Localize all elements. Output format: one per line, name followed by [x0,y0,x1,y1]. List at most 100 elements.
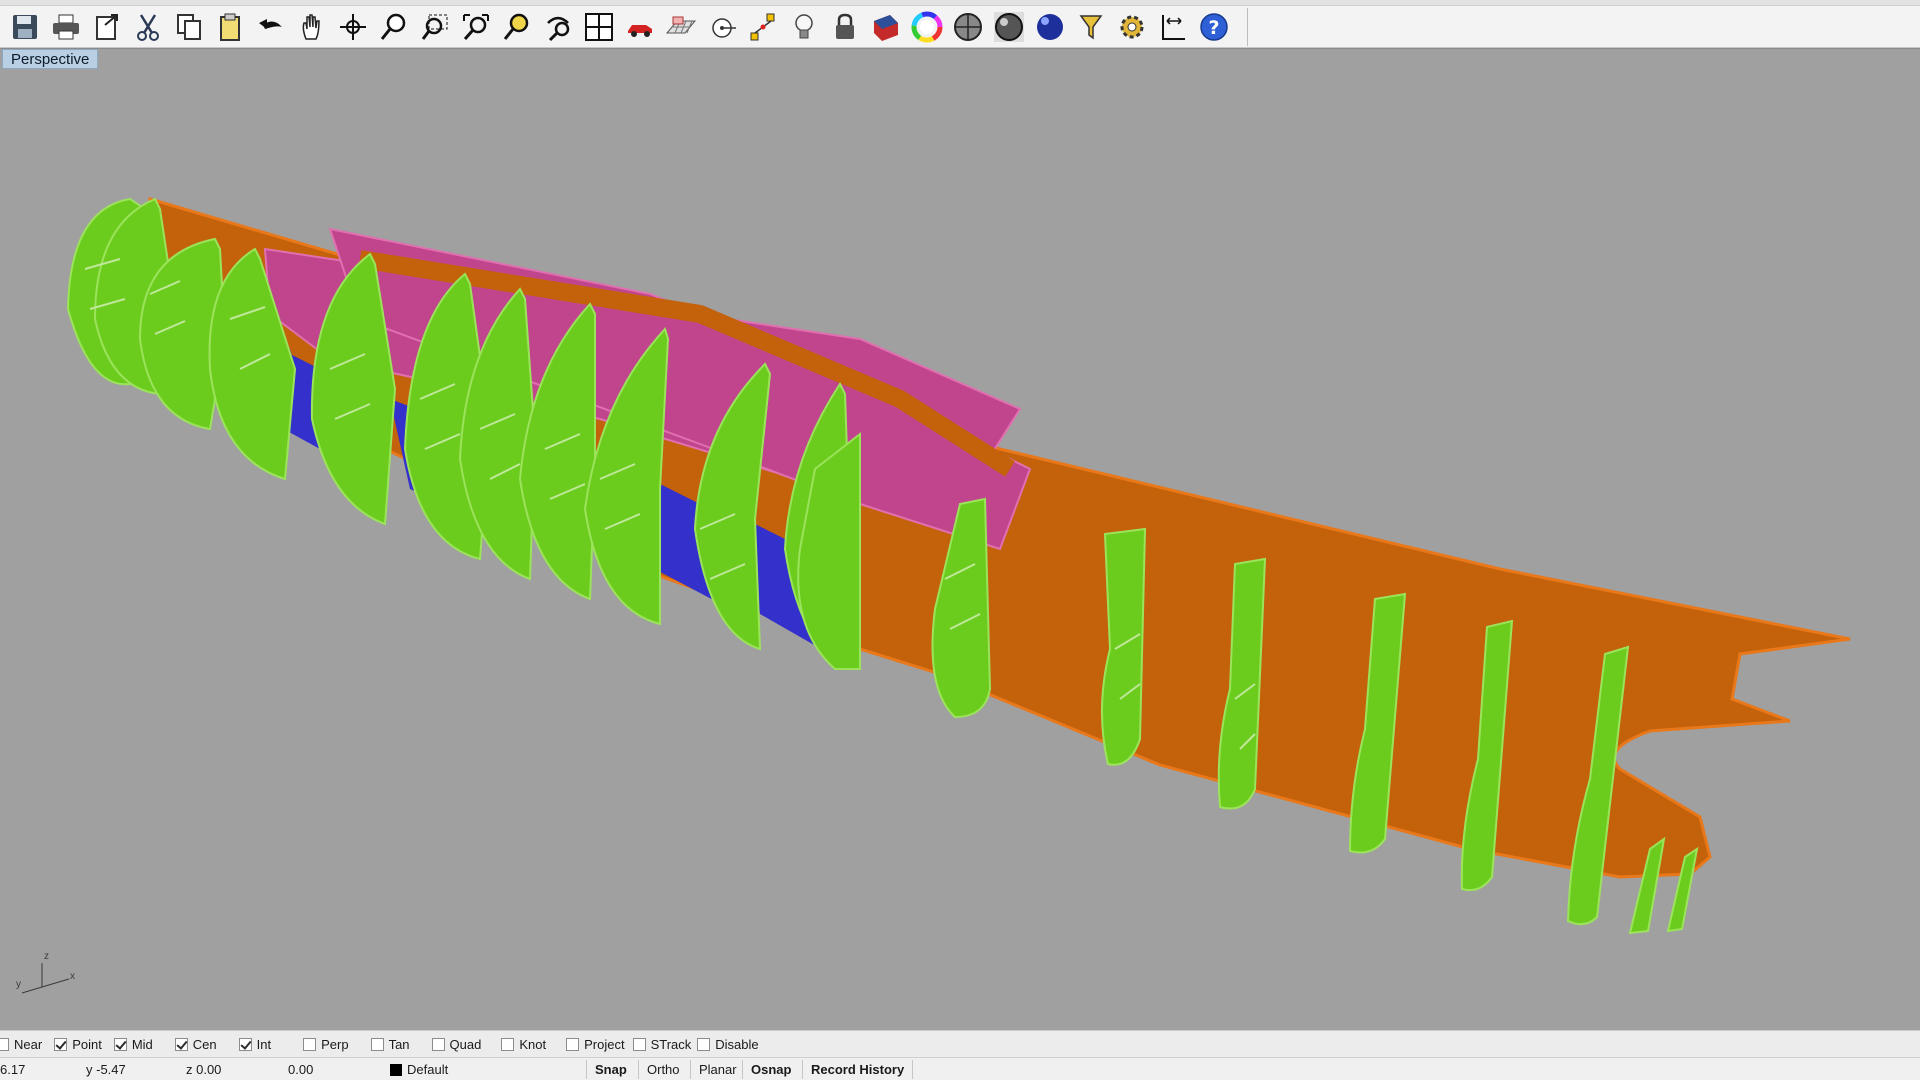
grid-plane-icon [665,16,696,34]
osnap-strack-checkbox[interactable] [632,1037,646,1051]
z-coordinate: z 0.00 [186,1062,222,1077]
osnap-int-label: Int [256,1036,272,1052]
osnap-quad-label: Quad [449,1036,482,1052]
standard-toolbar: ? [0,0,1920,48]
select-filter-icon [1079,15,1102,40]
undo-icon [258,19,282,29]
osnap-mid-checkbox[interactable] [113,1037,127,1051]
osnap-int-checkbox[interactable] [238,1037,252,1051]
planar-toggle[interactable]: Planar [690,1060,745,1079]
select-points-icon [750,13,774,41]
print-button[interactable] [45,8,86,46]
grid-plane-button[interactable] [660,8,701,46]
osnap-perp-label: Perp [321,1036,349,1052]
osnap-cen-checkbox[interactable] [174,1037,188,1051]
zoom-dynamic-button[interactable] [373,8,414,46]
zoom-dynamic-icon [380,13,405,40]
shaded-object-button[interactable] [865,8,906,46]
layer-pane[interactable]: Default [390,1058,448,1080]
osnap-strack[interactable]: STrack [632,1031,692,1058]
render-button[interactable] [619,8,660,46]
export-button[interactable] [86,8,127,46]
osnap-point-checkbox[interactable] [54,1037,68,1051]
osnap-knot[interactable]: Knot [501,1031,546,1058]
ortho-toggle[interactable]: Ortho [638,1060,688,1079]
osnap-perp-checkbox[interactable] [303,1037,317,1051]
osnap-int[interactable]: Int [238,1031,272,1058]
osnap-tan-checkbox[interactable] [370,1037,384,1051]
record-history-toggle[interactable]: Record History [802,1060,914,1079]
paste-button[interactable] [209,8,250,46]
osnap-point[interactable]: Point [54,1031,102,1058]
rhino-window: ? Perspective z x y Near Point Mid Cen I… [0,0,1920,1080]
x-coordinate: 6.17 [0,1062,26,1077]
osnap-disable[interactable]: Disable [697,1031,759,1058]
select-filter-button[interactable] [1070,8,1111,46]
osnap-mid[interactable]: Mid [113,1031,153,1058]
pan-button[interactable] [291,8,332,46]
zoom-selected-icon [503,13,528,40]
osnap-project-checkbox[interactable] [566,1037,580,1051]
help-button[interactable]: ? [1193,8,1234,46]
save-button[interactable] [4,8,45,46]
render-sphere-button[interactable] [988,8,1029,46]
blue-sphere-button[interactable] [1029,8,1070,46]
osnap-bar: Near Point Mid Cen Int Perp Tan Quad Kno… [0,1030,1920,1057]
four-viewports-button[interactable] [578,8,619,46]
color-wheel-icon [911,11,942,43]
hull-model[interactable] [0,49,1920,1031]
undo-view-icon [546,16,569,42]
osnap-project[interactable]: Project [566,1031,625,1058]
osnap-mid-label: Mid [131,1036,153,1052]
svg-text:?: ? [1208,17,1219,39]
layer-color-swatch [390,1064,402,1076]
osnap-quad[interactable]: Quad [431,1031,482,1058]
shaded-sphere-icon [953,13,982,41]
osnap-knot-label: Knot [519,1036,547,1052]
cut-icon [136,14,159,41]
car-render-icon [627,25,652,37]
light-button[interactable] [783,8,824,46]
lock-icon [835,13,854,39]
color-wheel-button[interactable] [906,8,947,46]
undo-button[interactable] [250,8,291,46]
zoom-selected-button[interactable] [496,8,537,46]
pan-hand-icon [302,14,320,40]
perspective-viewport[interactable]: Perspective z x y [0,48,1920,1030]
osnap-near-label: Near [14,1036,43,1052]
osnap-tan[interactable]: Tan [370,1031,410,1058]
rotate-view-button[interactable] [332,8,373,46]
toolbar-button-group: ? [0,8,1248,46]
dimension-button[interactable] [1152,8,1193,46]
zoom-extents-button[interactable] [455,8,496,46]
osnap-toggle[interactable]: Osnap [742,1060,799,1079]
osnap-cen-label: Cen [192,1036,217,1052]
cut-button[interactable] [127,8,168,46]
osnap-point-label: Point [72,1036,102,1052]
render-sphere-icon [993,12,1024,42]
lock-button[interactable] [824,8,865,46]
osnap-disable-checkbox[interactable] [697,1037,711,1051]
shaded-sphere-button[interactable] [947,8,988,46]
osnap-tan-label: Tan [388,1036,410,1052]
viewport-title-tab[interactable]: Perspective [2,49,99,69]
y-coordinate: y -5.47 [86,1062,126,1077]
options-button[interactable] [1111,8,1152,46]
rotate-view-icon [339,14,366,40]
axis-z-label: z [44,951,49,962]
osnap-knot-checkbox[interactable] [501,1037,515,1051]
osnap-near-checkbox[interactable] [0,1037,9,1051]
zoom-window-button[interactable] [414,8,455,46]
osnap-quad-checkbox[interactable] [431,1037,445,1051]
select-points-button[interactable] [742,8,783,46]
osnap-cen[interactable]: Cen [174,1031,217,1058]
osnap-perp[interactable]: Perp [303,1031,349,1058]
copy-button[interactable] [168,8,209,46]
point-snap-button[interactable] [701,8,742,46]
zoom-extents-icon [462,14,489,40]
undo-view-button[interactable] [537,8,578,46]
snap-toggle[interactable]: Snap [586,1060,635,1079]
osnap-near[interactable]: Near [0,1031,42,1058]
osnap-strack-label: STrack [650,1036,692,1052]
paste-icon [219,13,240,41]
